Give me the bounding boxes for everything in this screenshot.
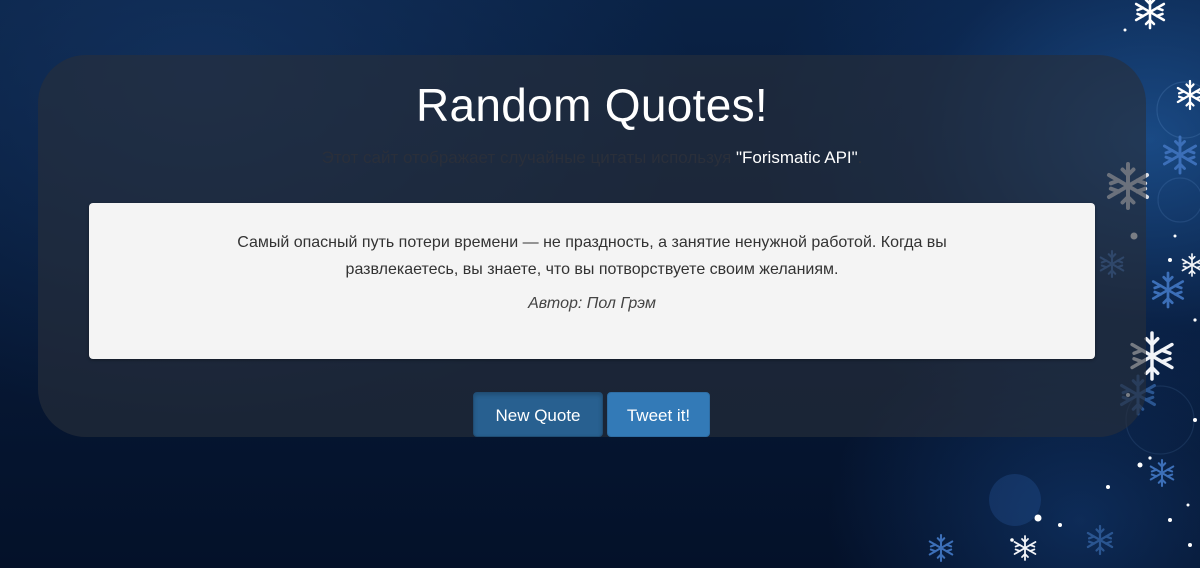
subtitle-text: Этот сайт отображает случайные цитаты ис… (321, 148, 737, 167)
new-quote-button[interactable]: New Quote (473, 392, 603, 437)
tweet-button[interactable]: Tweet it! (607, 392, 710, 437)
quote-author: Автор: Пол Грэм (528, 295, 656, 312)
page-subtitle: Этот сайт отображает случайные цитаты ис… (38, 148, 1146, 168)
page-title: Random Quotes! (416, 79, 768, 131)
forismatic-api-link[interactable]: "Forismatic API" (736, 148, 858, 167)
quote-box: Самый опасный путь потери времени — не п… (89, 203, 1095, 359)
quote-text: Самый опасный путь потери времени — не п… (237, 234, 947, 278)
subtitle-period: . (857, 148, 863, 167)
